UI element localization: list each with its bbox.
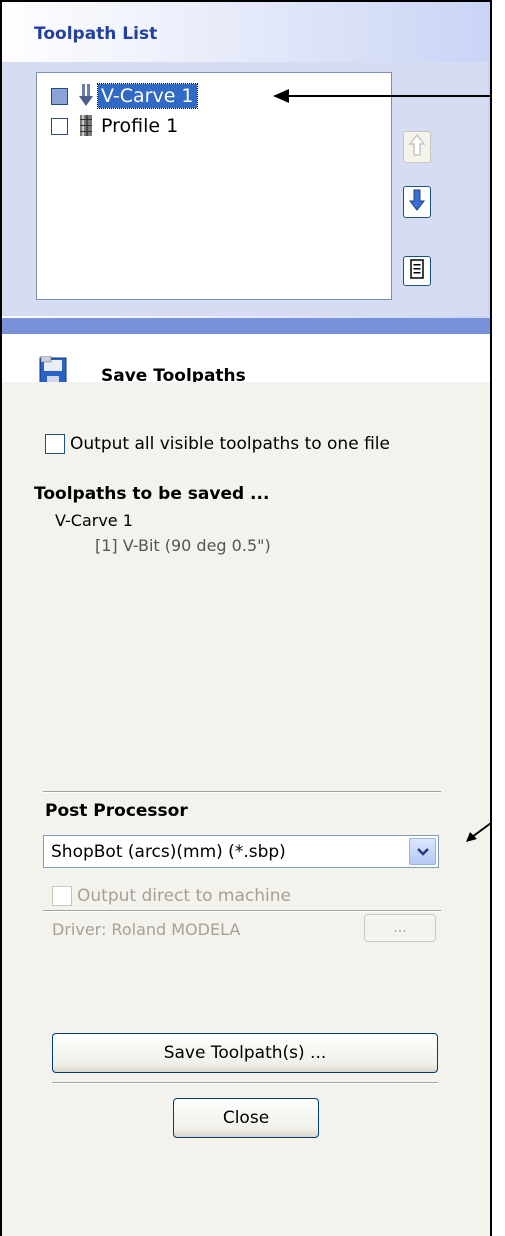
saved-toolpath-tool: [1] V-Bit (90 deg 0.5") bbox=[95, 536, 271, 555]
visibility-checkbox[interactable] bbox=[51, 117, 68, 135]
left-border bbox=[0, 0, 2, 1236]
divider bbox=[43, 791, 441, 793]
right-border bbox=[490, 0, 492, 1236]
list-item[interactable]: Profile 1 bbox=[51, 113, 181, 139]
output-all-checkbox-row[interactable]: Output all visible toolpaths to one file bbox=[45, 434, 390, 454]
save-toolpaths-button[interactable]: Save Toolpath(s) ... bbox=[52, 1033, 438, 1073]
toolpath-listbox[interactable]: V-Carve 1 Profile 1 bbox=[36, 72, 392, 300]
post-processor-heading: Post Processor bbox=[45, 801, 188, 821]
toolpath-list-title: Toolpath List bbox=[34, 24, 158, 44]
v-carve-icon bbox=[76, 84, 96, 108]
top-border bbox=[0, 0, 492, 2]
arrow-up-icon bbox=[408, 133, 426, 161]
summary-button[interactable] bbox=[403, 256, 431, 286]
saved-toolpath-name: V-Carve 1 bbox=[55, 511, 133, 530]
driver-label: Driver: Roland MODELA bbox=[52, 920, 241, 939]
output-direct-label: Output direct to machine bbox=[77, 886, 291, 906]
arrow-down-icon bbox=[408, 188, 426, 216]
move-up-button[interactable] bbox=[403, 131, 431, 163]
document-icon bbox=[410, 259, 424, 283]
output-all-label: Output all visible toolpaths to one file bbox=[70, 434, 390, 454]
arrowhead-icon bbox=[273, 89, 289, 103]
post-processor-select[interactable]: ShopBot (arcs)(mm) (*.sbp) bbox=[43, 835, 439, 868]
divider bbox=[52, 1082, 438, 1084]
toolpath-panel: Toolpath List V-Carve 1 Profile 1 Save T… bbox=[0, 0, 505, 1236]
close-button[interactable]: Close bbox=[173, 1098, 319, 1138]
annotation-arrow bbox=[466, 822, 492, 842]
output-all-checkbox[interactable] bbox=[45, 434, 65, 454]
driver-browse-button[interactable]: ... bbox=[364, 914, 436, 942]
save-toolpaths-header bbox=[2, 334, 490, 382]
toolpath-label: Profile 1 bbox=[101, 115, 179, 137]
to-be-saved-heading: Toolpaths to be saved ... bbox=[34, 484, 270, 504]
annotation-arrow bbox=[285, 95, 490, 97]
section-separator bbox=[2, 318, 490, 334]
profile-icon bbox=[76, 114, 96, 138]
chevron-down-icon[interactable] bbox=[409, 838, 436, 865]
toolpath-label: V-Carve 1 bbox=[97, 83, 198, 109]
post-processor-value: ShopBot (arcs)(mm) (*.sbp) bbox=[51, 841, 286, 862]
list-item[interactable]: V-Carve 1 bbox=[51, 83, 198, 109]
output-direct-checkbox[interactable] bbox=[52, 886, 72, 906]
divider bbox=[43, 910, 441, 912]
move-down-button[interactable] bbox=[403, 186, 431, 218]
visibility-checkbox[interactable] bbox=[51, 87, 68, 105]
output-direct-checkbox-row[interactable]: Output direct to machine bbox=[52, 886, 291, 906]
